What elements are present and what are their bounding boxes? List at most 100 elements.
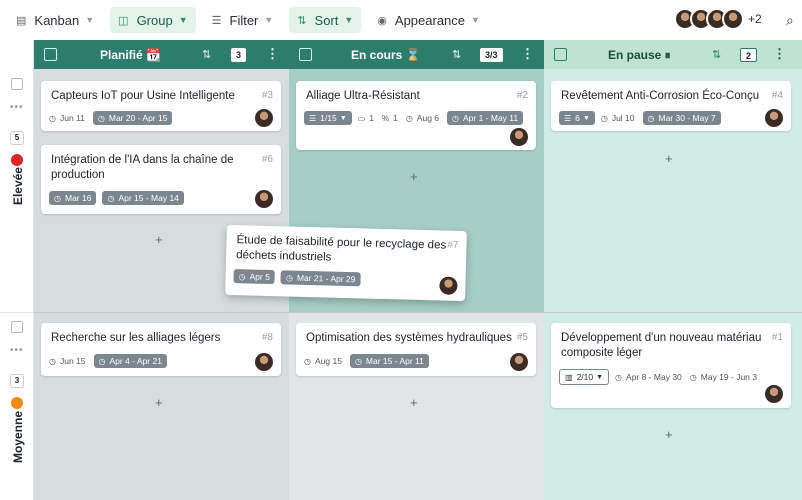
corner-cell (0, 40, 34, 69)
sort-icon[interactable]: ⇅ (202, 48, 211, 61)
clock-icon: ◷ (54, 193, 61, 203)
sort-icon: ⇅ (297, 14, 307, 27)
filter-button[interactable]: ☰ Filter ▼ (204, 7, 282, 33)
eye-icon: ◉ (377, 14, 387, 27)
column-count: 3/3 (480, 48, 503, 62)
card-title: Intégration de l'IA dans la chaîne de pr… (51, 154, 234, 181)
card-number: #3 (261, 90, 273, 101)
kanban-icon: ▤ (16, 14, 27, 27)
clock-icon: ◷ (405, 113, 413, 123)
clock-icon: ◷ (600, 113, 608, 123)
add-card-icon[interactable]: + (410, 395, 418, 410)
card-number: #4 (769, 90, 783, 101)
card-title: Revêtement Anti-Corrosion Éco-Conçu (561, 90, 760, 102)
priority-medium-dot-icon (11, 397, 23, 409)
add-card-icon[interactable]: + (665, 427, 673, 442)
more-options-icon[interactable]: ••• (10, 345, 24, 356)
sort-button[interactable]: ⇅ Sort ▼ (289, 7, 362, 33)
task-card[interactable]: Optimisation des systèmes hydrauliques #… (296, 323, 536, 376)
due-date: Aug 6 (416, 113, 440, 123)
sort-icon[interactable]: ⇅ (452, 48, 461, 61)
clock-icon: ◷ (107, 193, 115, 203)
card-title: Développement d'un nouveau matériau comp… (561, 332, 762, 359)
task-card[interactable]: Recherche sur les alliages légers #8 ◷ Ju… (41, 323, 281, 376)
card-number: #6 (261, 154, 273, 165)
appearance-button[interactable]: ◉ Appearance ▼ (369, 7, 488, 33)
chevron-down-icon: ▼ (582, 114, 590, 122)
column-select-checkbox[interactable] (554, 48, 567, 61)
column-header-en-pause: En pause ⏸ ⇅ 2 ⋮ (544, 40, 802, 69)
dragged-task-card[interactable]: Étude de faisabilité pour le recyclage d… (225, 224, 467, 302)
assignee-avatar[interactable] (255, 353, 273, 371)
assignee-avatar[interactable] (510, 128, 528, 146)
column-select-checkbox[interactable] (299, 48, 312, 61)
user-avatars[interactable]: +2 (674, 8, 762, 30)
row-select-checkbox[interactable] (11, 321, 23, 333)
card-number: #2 (516, 90, 528, 101)
date-range: Apr 15 - May 14 (118, 193, 179, 203)
task-card[interactable]: Intégration de l'IA dans la chaîne de pr… (41, 145, 281, 214)
column-header-en-cours: En cours ⌛ ⇅ 3/3 ⋮ (289, 40, 544, 69)
column-select-checkbox[interactable] (44, 48, 57, 61)
more-options-icon[interactable]: ⋮ (521, 46, 534, 62)
add-card-icon[interactable]: + (155, 395, 163, 410)
date-range-2: May 19 - Jun 3 (700, 372, 757, 382)
more-users-count[interactable]: +2 (748, 8, 762, 30)
priority-high-dot-icon (11, 154, 23, 166)
attachment-count: 1 (393, 113, 398, 123)
column-title: En pause ⏸ (608, 48, 671, 62)
card-title: Alliage Ultra-Résistant (306, 90, 420, 102)
more-options-icon[interactable]: ⋮ (266, 46, 279, 62)
card-number: #7 (447, 239, 459, 251)
due-date: Apr 5 (249, 271, 271, 283)
assignee-avatar[interactable] (510, 353, 528, 371)
chevron-down-icon: ▼ (339, 114, 347, 122)
avatar[interactable] (722, 8, 744, 30)
appearance-label: Appearance (394, 12, 466, 28)
sort-icon[interactable]: ⇅ (712, 48, 721, 61)
clock-icon: ◷ (98, 356, 106, 366)
attachment-icon: % (381, 113, 390, 123)
row-select-checkbox[interactable] (11, 78, 23, 90)
chevron-down-icon: ▼ (344, 15, 354, 25)
task-card[interactable]: Alliage Ultra-Résistant #2 ☰ 1/15 ▼ ▭ 1 % 1 … (296, 81, 536, 150)
task-card[interactable]: Capteurs IoT pour Usine Intelligente #3 … (41, 81, 281, 131)
assignee-avatar[interactable] (255, 109, 273, 127)
checklist-icon: ☰ (309, 113, 317, 123)
date-range: Mar 30 - May 7 (658, 113, 716, 123)
column-count: 2 (740, 48, 758, 62)
add-card-icon[interactable]: + (410, 169, 418, 184)
clock-icon: ◷ (304, 356, 311, 366)
assignee-avatar[interactable] (765, 109, 783, 127)
task-card[interactable]: Développement d'un nouveau matériau comp… (551, 323, 791, 408)
progress: 6 (575, 113, 580, 123)
group-button[interactable]: ◫ Group ▼ (110, 7, 196, 33)
group-label: Group (136, 12, 173, 28)
search-icon[interactable]: ⌕ (786, 12, 794, 29)
kanban-view-button[interactable]: ▤ Kanban ▼ (8, 7, 102, 33)
kanban-label: Kanban (34, 12, 80, 28)
chevron-down-icon: ▼ (85, 15, 95, 25)
assignee-avatar[interactable] (439, 276, 458, 295)
card-number: #8 (261, 332, 273, 343)
more-options-icon[interactable]: ⋮ (773, 46, 786, 62)
row-header-elevee: ••• 5 Elevée (0, 69, 34, 312)
clock-icon: ◷ (238, 271, 246, 281)
add-card-icon[interactable]: + (665, 151, 673, 166)
date-range: Apr 1 - May 11 (463, 113, 519, 123)
due-date: Mar 16 (64, 193, 92, 203)
board-icon: ▥ (565, 372, 573, 382)
clock-icon: ◷ (49, 113, 56, 123)
progress: 2/10 (576, 372, 594, 382)
comment-count: 1 (369, 113, 374, 123)
add-card-icon[interactable]: + (155, 232, 163, 247)
chevron-down-icon: ▼ (596, 373, 604, 381)
date-range: Mar 15 - Apr 11 (365, 356, 424, 366)
comment-icon: ▭ (357, 113, 366, 123)
assignee-avatar[interactable] (255, 190, 273, 208)
more-options-icon[interactable]: ••• (10, 102, 24, 113)
task-card[interactable]: Revêtement Anti-Corrosion Éco-Conçu #4 ☰… (551, 81, 791, 131)
date-range: Mar 20 - Apr 15 (108, 113, 168, 123)
assignee-avatar[interactable] (765, 385, 783, 403)
due-date: Aug 15 (314, 356, 342, 366)
